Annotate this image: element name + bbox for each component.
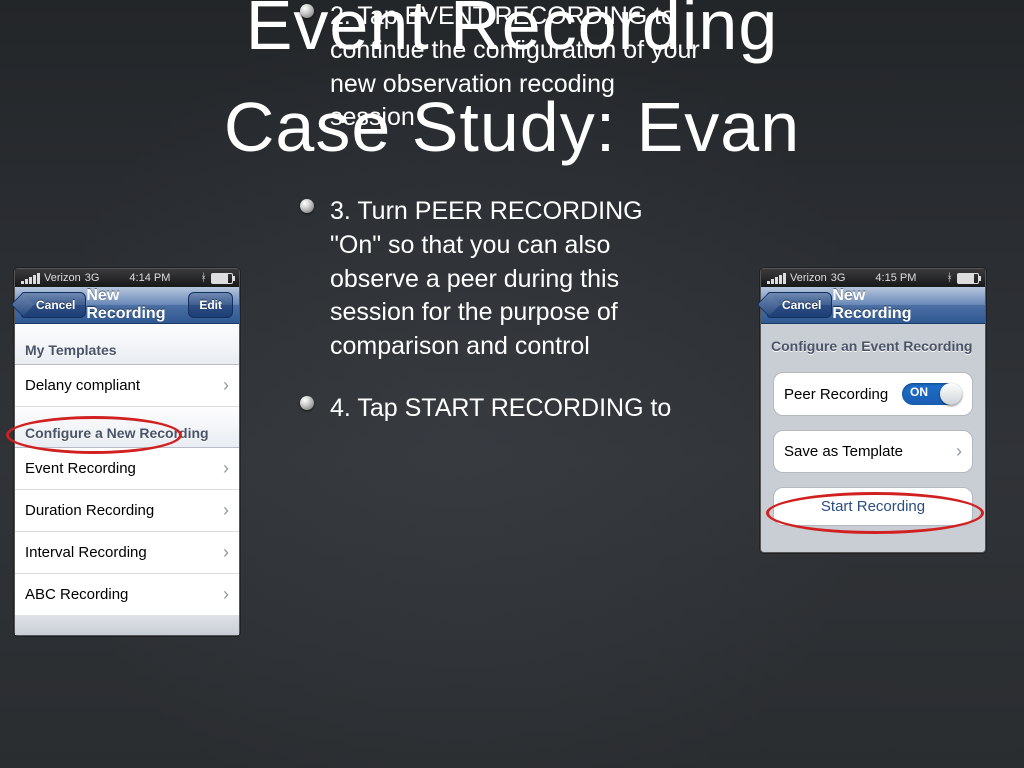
edit-button[interactable]: Edit	[188, 292, 233, 318]
signal-icon	[767, 273, 786, 284]
cancel-button[interactable]: Cancel	[767, 292, 832, 318]
row-abc-recording[interactable]: ABC Recording ›	[15, 574, 239, 615]
bullet-icon	[300, 396, 314, 410]
phone-tail	[15, 615, 239, 635]
section-configure-event: Configure an Event Recording	[761, 324, 985, 360]
row-label: ABC Recording	[25, 586, 128, 603]
section-my-templates: My Templates	[15, 324, 239, 365]
row-delany-compliant[interactable]: Delany compliant ›	[15, 365, 239, 407]
chevron-right-icon: ›	[223, 458, 229, 479]
signal-icon	[21, 273, 40, 284]
status-right: ᚼ	[946, 272, 979, 284]
nav-title: New Recording	[86, 287, 188, 323]
step-4: 4. Tap START RECORDING to	[300, 392, 700, 426]
bluetooth-icon: ᚼ	[200, 272, 207, 284]
status-left: Verizon 3G	[21, 272, 99, 284]
step-3: 3. Turn PEER RECORDING "On" so that you …	[300, 195, 700, 364]
status-bar: Verizon 3G 4:14 PM ᚼ	[15, 269, 239, 287]
chevron-right-icon: ›	[223, 584, 229, 605]
bullet-icon	[300, 4, 314, 18]
phone-right: Verizon 3G 4:15 PM ᚼ Cancel New Recordin…	[760, 268, 986, 553]
battery-icon	[957, 273, 979, 284]
card-start-recording: Start Recording	[773, 487, 973, 526]
row-duration-recording[interactable]: Duration Recording ›	[15, 490, 239, 532]
steps-list: 2. Tap EVENT RECORDING to continue the c…	[300, 0, 700, 454]
row-peer-recording: Peer Recording ON	[774, 373, 972, 415]
bluetooth-icon: ᚼ	[946, 272, 953, 284]
chevron-right-icon: ›	[956, 441, 962, 462]
nav-title: New Recording	[832, 287, 938, 323]
card-save-template: Save as Template ›	[773, 430, 973, 473]
row-label: Duration Recording	[25, 502, 154, 519]
phone-left: Verizon 3G 4:14 PM ᚼ Cancel New Recordin…	[14, 268, 240, 636]
clock: 4:14 PM	[129, 272, 170, 284]
bullet-icon	[300, 199, 314, 213]
carrier-label: Verizon	[44, 272, 81, 284]
row-interval-recording[interactable]: Interval Recording ›	[15, 532, 239, 574]
peer-recording-switch[interactable]: ON	[902, 383, 962, 405]
status-bar: Verizon 3G 4:15 PM ᚼ	[761, 269, 985, 287]
row-event-recording[interactable]: Event Recording ›	[15, 448, 239, 490]
card-peer-recording: Peer Recording ON	[773, 372, 973, 416]
network-3g: 3G	[85, 272, 100, 284]
chevron-right-icon: ›	[223, 375, 229, 396]
row-label: Event Recording	[25, 460, 136, 477]
carrier-label: Verizon	[790, 272, 827, 284]
step-3-text: 3. Turn PEER RECORDING "On" so that you …	[330, 197, 643, 360]
network-3g: 3G	[831, 272, 846, 284]
nav-bar: Cancel New Recording	[761, 287, 985, 324]
grouped-content: Peer Recording ON Save as Template › Sta…	[761, 360, 985, 552]
step-2-text: 2. Tap EVENT RECORDING to continue the c…	[330, 2, 700, 131]
clock: 4:15 PM	[875, 272, 916, 284]
switch-on-label: ON	[910, 385, 928, 399]
slide: Event Recording Case Study: Evan 2. Tap …	[0, 0, 1024, 768]
battery-icon	[211, 273, 233, 284]
switch-knob	[940, 383, 962, 405]
row-label: Interval Recording	[25, 544, 147, 561]
start-recording-button[interactable]: Start Recording	[774, 488, 972, 525]
status-right: ᚼ	[200, 272, 233, 284]
status-left: Verizon 3G	[767, 272, 845, 284]
save-template-label: Save as Template	[784, 443, 903, 460]
section-configure-new: Configure a New Recording	[15, 407, 239, 448]
step-2: 2. Tap EVENT RECORDING to continue the c…	[300, 0, 700, 135]
start-recording-label: Start Recording	[821, 498, 925, 515]
nav-bar: Cancel New Recording Edit	[15, 287, 239, 324]
row-save-template[interactable]: Save as Template ›	[774, 431, 972, 472]
chevron-right-icon: ›	[223, 542, 229, 563]
row-label: Delany compliant	[25, 377, 140, 394]
peer-recording-label: Peer Recording	[784, 386, 888, 403]
chevron-right-icon: ›	[223, 500, 229, 521]
step-4-text: 4. Tap START RECORDING to	[330, 394, 671, 422]
cancel-button[interactable]: Cancel	[21, 292, 86, 318]
